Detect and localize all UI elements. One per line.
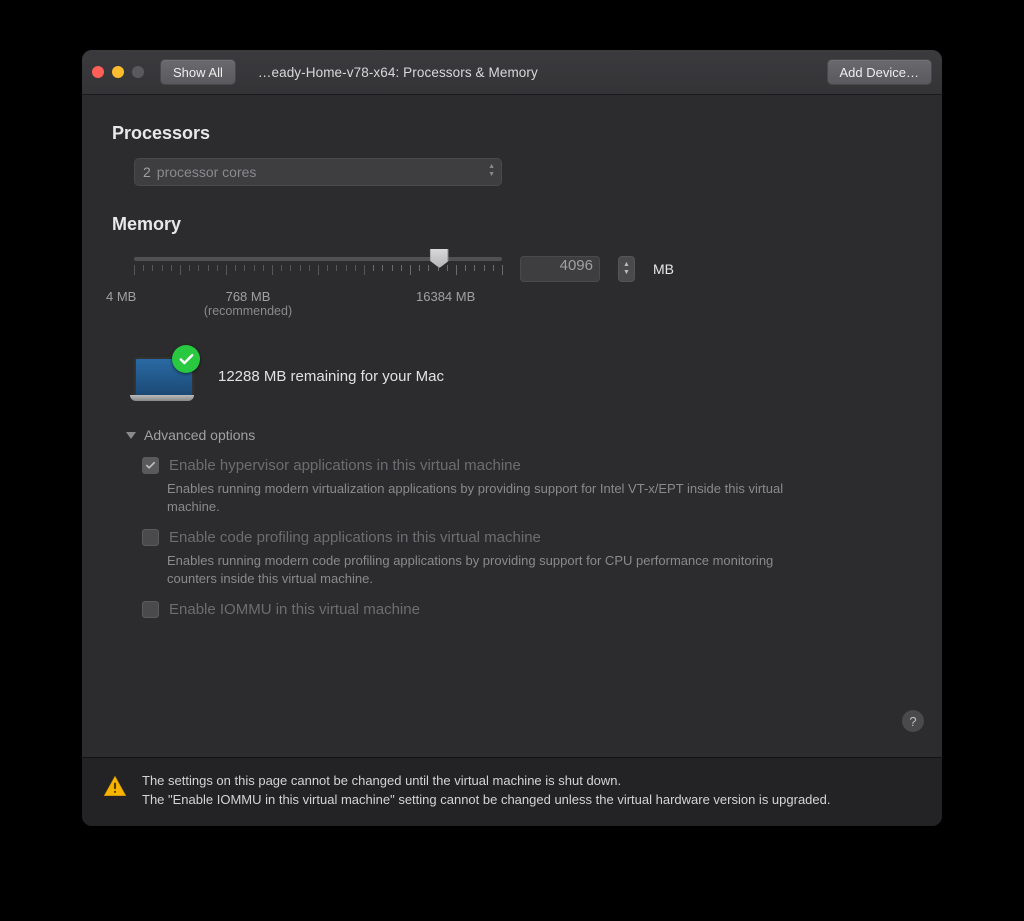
memory-max-label: 16384 MB — [416, 289, 475, 304]
advanced-options-label: Advanced options — [144, 427, 255, 443]
code-profiling-checkbox[interactable] — [142, 529, 159, 546]
hypervisor-checkbox[interactable] — [142, 457, 159, 474]
processor-cores-select[interactable]: 2 processor cores ▲▼ — [134, 158, 502, 186]
code-profiling-label: Enable code profiling applications in th… — [169, 529, 541, 546]
iommu-label: Enable IOMMU in this virtual machine — [169, 601, 420, 618]
code-profiling-desc: Enables running modern code profiling ap… — [167, 552, 787, 587]
hypervisor-label: Enable hypervisor applications in this v… — [169, 457, 521, 474]
help-button[interactable]: ? — [902, 710, 924, 732]
warning-icon — [102, 774, 128, 800]
minimize-icon[interactable] — [112, 66, 124, 78]
show-all-button[interactable]: Show All — [160, 59, 236, 85]
zoom-icon[interactable] — [132, 66, 144, 78]
memory-recommended-sub: (recommended) — [204, 304, 292, 318]
advanced-options-toggle[interactable]: Advanced options — [126, 427, 912, 443]
memory-stepper[interactable]: ▲ ▼ — [618, 256, 635, 282]
window-title: …eady-Home-v78-x64: Processors & Memory — [258, 65, 538, 80]
processor-core-count: 2 — [143, 164, 151, 180]
warning-footer: The settings on this page cannot be chan… — [82, 757, 942, 826]
memory-heading: Memory — [112, 214, 912, 235]
memory-recommended-label: 768 MB — [226, 289, 271, 304]
memory-slider[interactable] — [134, 249, 502, 289]
add-device-button[interactable]: Add Device… — [827, 59, 932, 85]
processor-core-label: processor cores — [157, 164, 257, 180]
memory-remaining-label: 12288 MB remaining for your Mac — [218, 368, 444, 385]
option-iommu: Enable IOMMU in this virtual machine — [142, 601, 912, 618]
mac-icon — [130, 351, 194, 401]
chevron-down-icon: ▼ — [623, 269, 630, 277]
chevron-up-icon: ▲ — [623, 261, 630, 269]
warning-line2: The "Enable IOMMU in this virtual machin… — [142, 791, 831, 810]
iommu-checkbox[interactable] — [142, 601, 159, 618]
option-hypervisor: Enable hypervisor applications in this v… — [142, 457, 912, 515]
warning-line1: The settings on this page cannot be chan… — [142, 772, 831, 791]
traffic-lights — [92, 66, 144, 78]
memory-unit-label: MB — [653, 261, 674, 277]
window-toolbar: Show All …eady-Home-v78-x64: Processors … — [82, 50, 942, 95]
checkmark-badge-icon — [172, 345, 200, 373]
settings-body: Processors 2 processor cores ▲▼ Memory 4… — [82, 95, 942, 757]
close-icon[interactable] — [92, 66, 104, 78]
memory-input[interactable]: 4096 — [520, 256, 600, 282]
option-code-profiling: Enable code profiling applications in th… — [142, 529, 912, 587]
processors-heading: Processors — [112, 123, 912, 144]
hypervisor-desc: Enables running modern virtualization ap… — [167, 480, 787, 515]
disclosure-triangle-icon — [126, 432, 136, 439]
chevron-updown-icon: ▲▼ — [488, 163, 495, 178]
memory-min-label: 4 MB — [106, 289, 136, 304]
settings-window: Show All …eady-Home-v78-x64: Processors … — [82, 50, 942, 826]
